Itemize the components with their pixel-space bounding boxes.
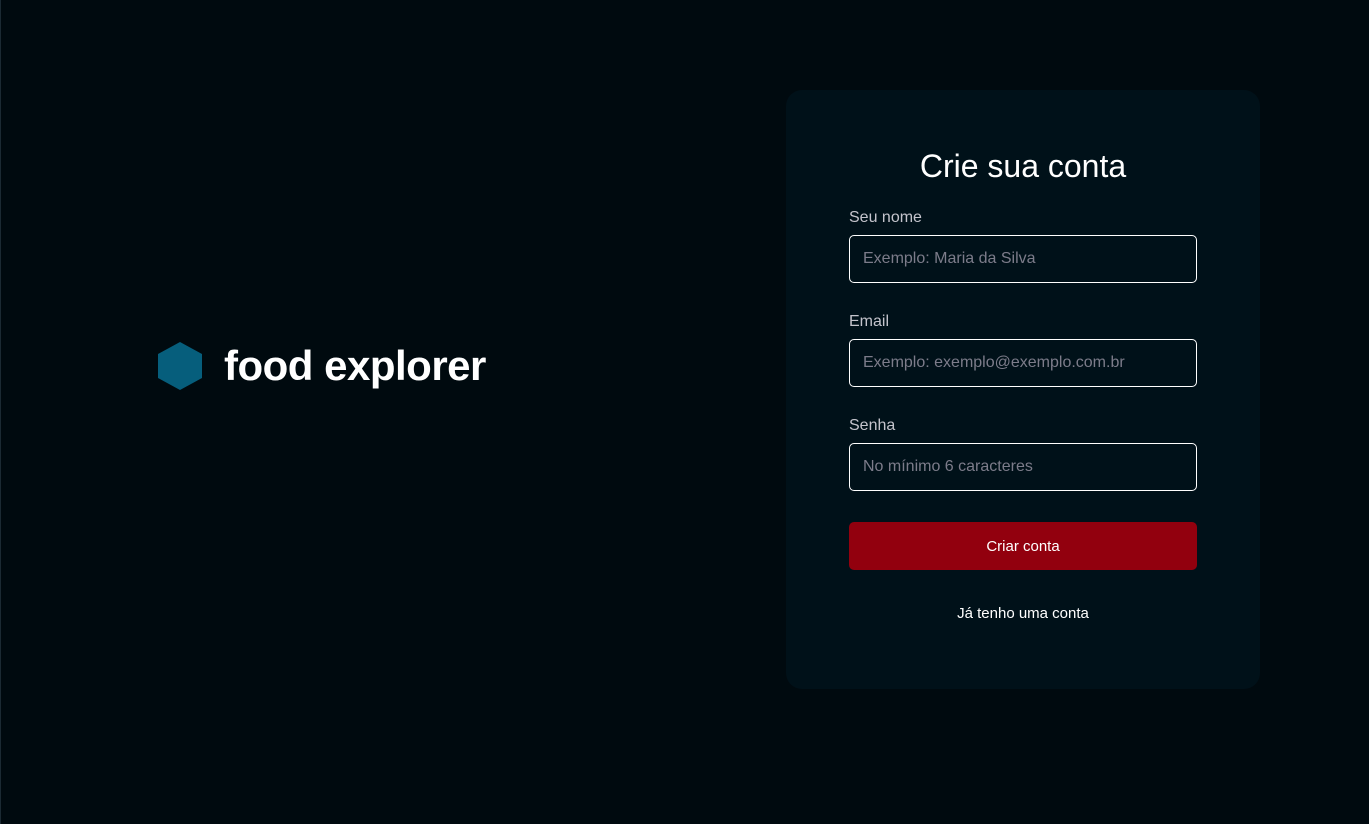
email-input[interactable]	[849, 339, 1197, 387]
brand: food explorer	[158, 342, 486, 390]
brand-name: food explorer	[224, 342, 486, 389]
name-label: Seu nome	[849, 209, 922, 226]
login-link[interactable]: Já tenho uma conta	[786, 604, 1260, 624]
page-title: Crie sua conta	[919, 148, 1127, 184]
email-label: Email	[849, 313, 890, 330]
password-field-group: Senha	[849, 416, 1197, 491]
name-input[interactable]	[849, 235, 1197, 283]
email-field-group: Email	[849, 312, 1197, 387]
signup-card: Crie sua conta Seu nome Email Senha Cria…	[786, 90, 1260, 689]
name-field-group: Seu nome	[849, 208, 1197, 283]
password-input[interactable]	[849, 443, 1197, 491]
create-account-button[interactable]: Criar conta	[849, 522, 1197, 570]
password-label: Senha	[849, 417, 896, 434]
hexagon-logo-icon	[158, 342, 202, 390]
